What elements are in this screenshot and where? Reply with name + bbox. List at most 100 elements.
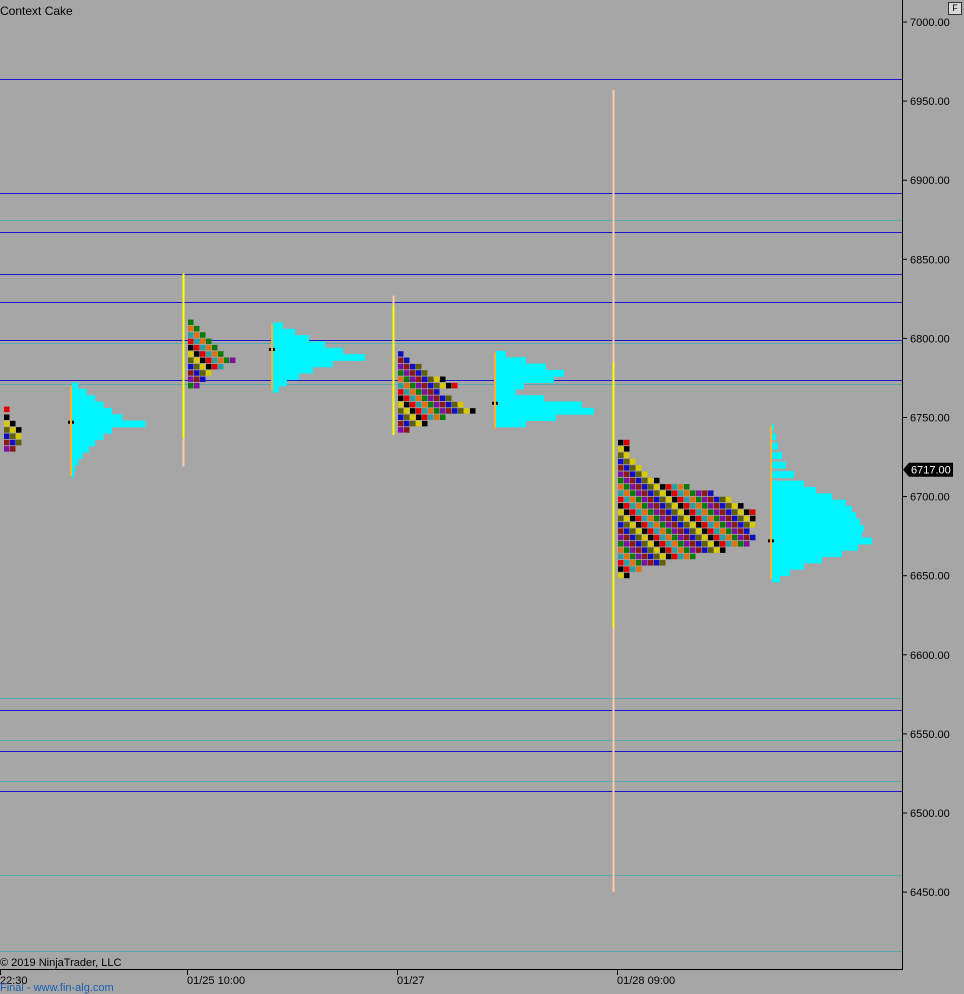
tpo-block — [452, 408, 458, 414]
volume-profile-bar — [273, 335, 309, 342]
volume-profile-bar — [496, 357, 526, 365]
tpo-block — [738, 541, 744, 547]
tpo-block — [684, 496, 690, 503]
volume-profile-bar — [72, 445, 89, 453]
tpo-block — [708, 522, 714, 528]
tpo-block — [678, 503, 684, 509]
volume-profile-bar — [772, 518, 860, 526]
tpo-block — [708, 541, 714, 547]
footer-link[interactable]: Final - www.fin-alg.com — [0, 982, 114, 994]
tpo-block — [726, 515, 732, 522]
tpo-block — [630, 553, 636, 560]
tpo-block — [708, 515, 714, 522]
tpo-block — [404, 414, 410, 420]
tpo-block — [750, 534, 756, 541]
time-tick-label: 01/25 10:00 — [187, 975, 245, 987]
tpo-block — [398, 363, 404, 370]
tpo-block — [434, 408, 440, 414]
tpo-block — [720, 534, 726, 541]
tpo-block — [218, 351, 224, 357]
tpo-block — [642, 503, 648, 509]
tpo-block — [726, 522, 732, 528]
volume-profile-bar — [72, 439, 96, 447]
tpo-block — [630, 484, 636, 490]
volume-profile-bar — [772, 442, 778, 450]
tpo-block — [398, 427, 404, 433]
tpo-block — [398, 357, 404, 364]
tpo-block — [750, 522, 756, 528]
tpo-block — [690, 541, 696, 547]
tpo-block — [10, 446, 16, 452]
tpo-block — [422, 395, 428, 402]
tpo-block — [404, 420, 410, 427]
tpo-block — [654, 484, 660, 490]
tpo-block — [690, 496, 696, 503]
volume-profile-bar — [273, 341, 325, 349]
chart-f-button[interactable]: F — [948, 2, 962, 15]
volume-profile-bar — [496, 369, 564, 377]
tpo-block — [702, 509, 708, 515]
tpo-block — [624, 553, 630, 560]
tpo-block — [660, 522, 666, 528]
tpo-block — [404, 382, 410, 389]
tpo-block — [684, 509, 690, 515]
tpo-block — [428, 408, 434, 414]
tpo-block — [410, 376, 416, 383]
tpo-block — [648, 547, 654, 553]
volume-profile-bar — [496, 401, 582, 409]
tpo-block — [672, 490, 678, 496]
volume-profile-bar — [72, 433, 104, 440]
tpo-block — [218, 357, 224, 364]
tpo-block — [194, 344, 200, 351]
price-tick-label: 6850.00 — [910, 254, 950, 266]
tpo-block — [726, 541, 732, 547]
tpo-block — [416, 401, 422, 408]
tpo-block — [422, 370, 428, 376]
tpo-block — [464, 408, 470, 414]
tpo-block — [654, 541, 660, 547]
tpo-block — [636, 490, 642, 496]
tpo-block — [194, 370, 200, 376]
volume-profile-bar — [496, 363, 546, 371]
tpo-block — [702, 503, 708, 509]
tpo-block — [188, 376, 194, 383]
volume-profile-bar — [772, 480, 804, 488]
tpo-block — [738, 528, 744, 534]
tpo-block — [672, 547, 678, 553]
tpo-block — [4, 439, 10, 446]
tpo-block — [678, 553, 684, 560]
tpo-block — [194, 363, 200, 370]
volume-profile-bar — [496, 420, 526, 428]
volume-profile-bar — [72, 420, 146, 428]
volume-profile-bar — [496, 414, 556, 421]
volume-profile-bar — [273, 347, 343, 355]
tpo-block — [630, 541, 636, 547]
tpo-block — [416, 389, 422, 395]
tpo-block — [696, 503, 702, 509]
tpo-block — [618, 572, 624, 579]
tpo-block — [672, 553, 678, 560]
tpo-block — [16, 433, 22, 439]
tpo-block — [744, 534, 750, 541]
tpo-block — [434, 382, 440, 389]
tpo-block — [696, 534, 702, 541]
tpo-block — [630, 496, 636, 503]
tpo-block — [738, 503, 744, 509]
tpo-block — [618, 446, 624, 452]
tpo-block — [714, 534, 720, 541]
tpo-block — [630, 465, 636, 471]
tpo-block — [206, 351, 212, 357]
tpo-block — [434, 401, 440, 408]
tpo-block — [690, 509, 696, 515]
session-pre0125 — [4, 382, 146, 478]
tpo-block — [696, 541, 702, 547]
price-axis-ticks: 7000.00 6950.00 6900.00 6850.00 6800.00 6750.… — [902, 17, 950, 899]
tpo-block — [10, 420, 16, 427]
tpo-block — [398, 408, 404, 414]
tpo-block — [200, 338, 206, 345]
tpo-block — [434, 376, 440, 383]
tpo-block — [738, 534, 744, 541]
volume-profile-bar — [772, 537, 872, 545]
tpo-block — [666, 509, 672, 515]
tpo-block — [422, 414, 428, 420]
